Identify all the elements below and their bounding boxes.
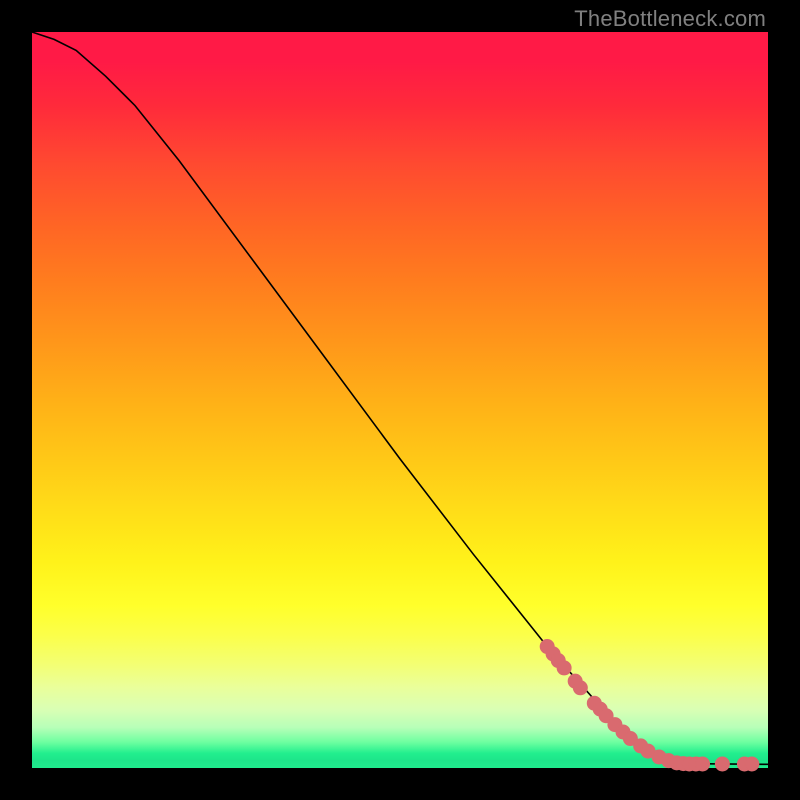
- curve-svg: [32, 32, 768, 768]
- data-marker: [745, 757, 759, 771]
- data-marker: [573, 681, 587, 695]
- data-marker: [557, 661, 571, 675]
- curve-line: [32, 32, 768, 764]
- data-marker: [715, 757, 729, 771]
- data-marker: [696, 757, 710, 771]
- watermark-text: TheBottleneck.com: [574, 6, 766, 32]
- chart-frame: TheBottleneck.com: [0, 0, 800, 800]
- curve-markers: [540, 640, 759, 771]
- plot-area: [32, 32, 768, 768]
